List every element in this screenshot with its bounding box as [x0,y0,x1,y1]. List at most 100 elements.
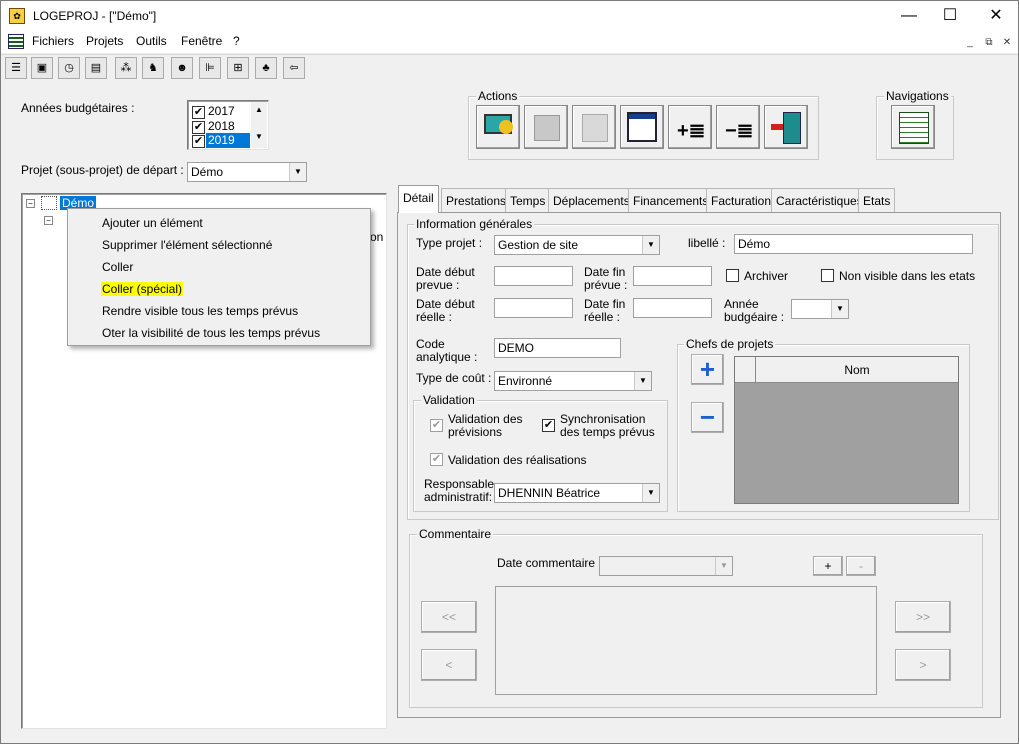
exit-door-icon[interactable]: ⇦ [283,57,305,79]
toolbar: ☰ ▣ ◷ ▤ ⁂ ♞ ☻ ⊫ ⊞ ♣ ⇦ [1,54,1018,82]
validation-forecasts-checkbox[interactable]: ✔ [430,419,443,432]
tab-caracteristiques[interactable]: Caractéristiques [771,188,868,212]
libelle-label: libellé : [688,236,726,250]
date-start-planned-input[interactable] [494,266,573,286]
sync-planned-times-checkbox[interactable]: ✔ [542,419,555,432]
date-start-real-input[interactable] [494,298,573,318]
responsable-label: Responsable administratif: [424,477,495,504]
tab-deplacements[interactable]: Déplacements [548,188,635,212]
budget-year-label: Année budgéaire : [724,297,785,324]
menu-item-paste-special[interactable]: Coller (spécial) [101,282,184,296]
menu-fenetre[interactable]: Fenêtre [181,34,222,48]
sync-planned-times-label: Synchronisation des temps prévus [560,412,655,439]
remove-line-icon[interactable]: −≣ [716,105,760,149]
tab-temps[interactable]: Temps [505,188,551,212]
date-comment-select[interactable]: ▼ [599,556,733,576]
tab-financements[interactable]: Financements [628,188,714,212]
add-line-icon[interactable]: +≣ [668,105,712,149]
code-analytique-input[interactable]: DEMO [494,338,621,358]
excel-icon[interactable] [572,105,616,149]
tree-collapse-icon[interactable]: − [26,199,35,208]
comment-remove-button[interactable]: - [846,556,876,576]
grid-corner [735,357,756,383]
general-info-title: Information générales [414,217,535,231]
year-checkbox-2018[interactable]: ✔ [192,121,205,134]
menu-item-paste[interactable]: Coller [102,260,133,274]
save-icon[interactable] [524,105,568,149]
list-icon[interactable]: ☰ [5,57,27,79]
spreadsheet-icon[interactable] [891,105,935,149]
clock-icon[interactable]: ◷ [58,57,80,79]
tab-prestations[interactable]: Prestations [441,188,512,212]
menu-help[interactable]: ? [233,34,240,48]
tree-collapse-icon[interactable]: − [44,216,53,225]
menu-fichiers[interactable]: Fichiers [32,34,74,48]
years-list[interactable]: ✔ 2017 ✔ 2018 ✔ 2019 ▲ ▼ [187,100,269,150]
grid-column-header-nom[interactable]: Nom [756,357,958,383]
budget-year-select[interactable]: ▼ [791,299,849,319]
type-project-label: Type projet : [416,236,483,250]
year-checkbox-2019[interactable]: ✔ [192,135,205,148]
menu-item-delete-selected[interactable]: Supprimer l'élément sélectionné [102,238,272,252]
window-list-icon[interactable] [620,105,664,149]
document-icon[interactable] [8,34,24,49]
years-scrollbar[interactable]: ▲ ▼ [251,102,267,148]
comment-prev-button[interactable]: < [421,649,477,681]
mdi-close-button[interactable]: ✕ [999,36,1015,50]
mdi-minimize-button[interactable]: _ [962,36,978,50]
computer-action-icon[interactable] [476,105,520,149]
comment-last-button[interactable]: >> [895,601,951,633]
responsable-select[interactable]: DHENNIN Béatrice ▼ [494,483,660,503]
project-leads-grid[interactable]: Nom [734,356,959,504]
start-project-select[interactable]: Démo ▼ [187,162,307,182]
comment-first-button[interactable]: << [421,601,477,633]
chevron-down-icon[interactable]: ▼ [642,484,659,502]
chevron-down-icon[interactable]: ▼ [642,236,659,254]
screen-icon[interactable]: ▣ [31,57,53,79]
menu-projets[interactable]: Projets [86,34,123,48]
chevron-down-icon[interactable]: ▼ [831,300,848,318]
menu-item-hide-all-planned[interactable]: Oter la visibilité de tous les temps pré… [102,326,320,340]
date-end-real-input[interactable] [633,298,712,318]
people-icon[interactable]: ♣ [255,57,277,79]
maximize-button[interactable]: ☐ [927,1,973,31]
menu-item-add-element[interactable]: Ajouter un élément [102,216,203,230]
menu-outils[interactable]: Outils [136,34,167,48]
cost-type-label: Type de coût : [416,371,492,385]
chevron-down-icon[interactable]: ▼ [634,372,651,390]
tree-add-icon[interactable]: ⊞ [227,57,249,79]
mdi-restore-button[interactable]: ⧉ [981,36,997,50]
close-button[interactable]: ✕ [973,1,1019,31]
cost-type-select[interactable]: Environné ▼ [494,371,652,391]
remove-lead-button[interactable]: − [691,402,724,433]
minimize-button[interactable]: — [886,1,932,31]
non-visible-checkbox[interactable] [821,269,834,282]
date-end-planned-input[interactable] [633,266,712,286]
exit-door-icon[interactable] [764,105,808,149]
handshake-icon[interactable]: ♞ [142,57,164,79]
user-card-icon[interactable]: ☻ [171,57,193,79]
chevron-down-icon[interactable]: ▼ [715,557,732,575]
tab-facturation[interactable]: Facturation [706,188,777,212]
document-icon[interactable]: ▤ [85,57,107,79]
type-project-select[interactable]: Gestion de site ▼ [494,235,660,255]
libelle-input[interactable]: Démo [734,234,973,254]
hierarchy-icon[interactable]: ⊫ [199,57,221,79]
tab-detail[interactable]: Détail [398,185,439,213]
tab-etats[interactable]: Etats [858,188,896,212]
menu-item-show-all-planned[interactable]: Rendre visible tous les temps prévus [102,304,298,318]
context-menu: Ajouter un élément Supprimer l'élément s… [67,208,371,346]
archiver-checkbox[interactable] [726,269,739,282]
year-checkbox-2017[interactable]: ✔ [192,106,205,119]
add-lead-button[interactable]: + [691,354,724,385]
chevron-down-icon[interactable]: ▼ [289,163,306,181]
validation-actuals-checkbox[interactable]: ✔ [430,453,443,466]
comment-text-area[interactable] [495,586,877,695]
comment-add-button[interactable]: + [813,556,843,576]
title-bar: ✿ LOGEPROJ - ["Démo"] — ☐ ✕ [1,1,1018,31]
network-icon[interactable]: ⁂ [115,57,137,79]
scroll-up-icon[interactable]: ▲ [251,105,267,114]
comment-next-button[interactable]: > [895,649,951,681]
scroll-down-icon[interactable]: ▼ [251,132,267,141]
start-project-value: Démo [191,165,224,179]
